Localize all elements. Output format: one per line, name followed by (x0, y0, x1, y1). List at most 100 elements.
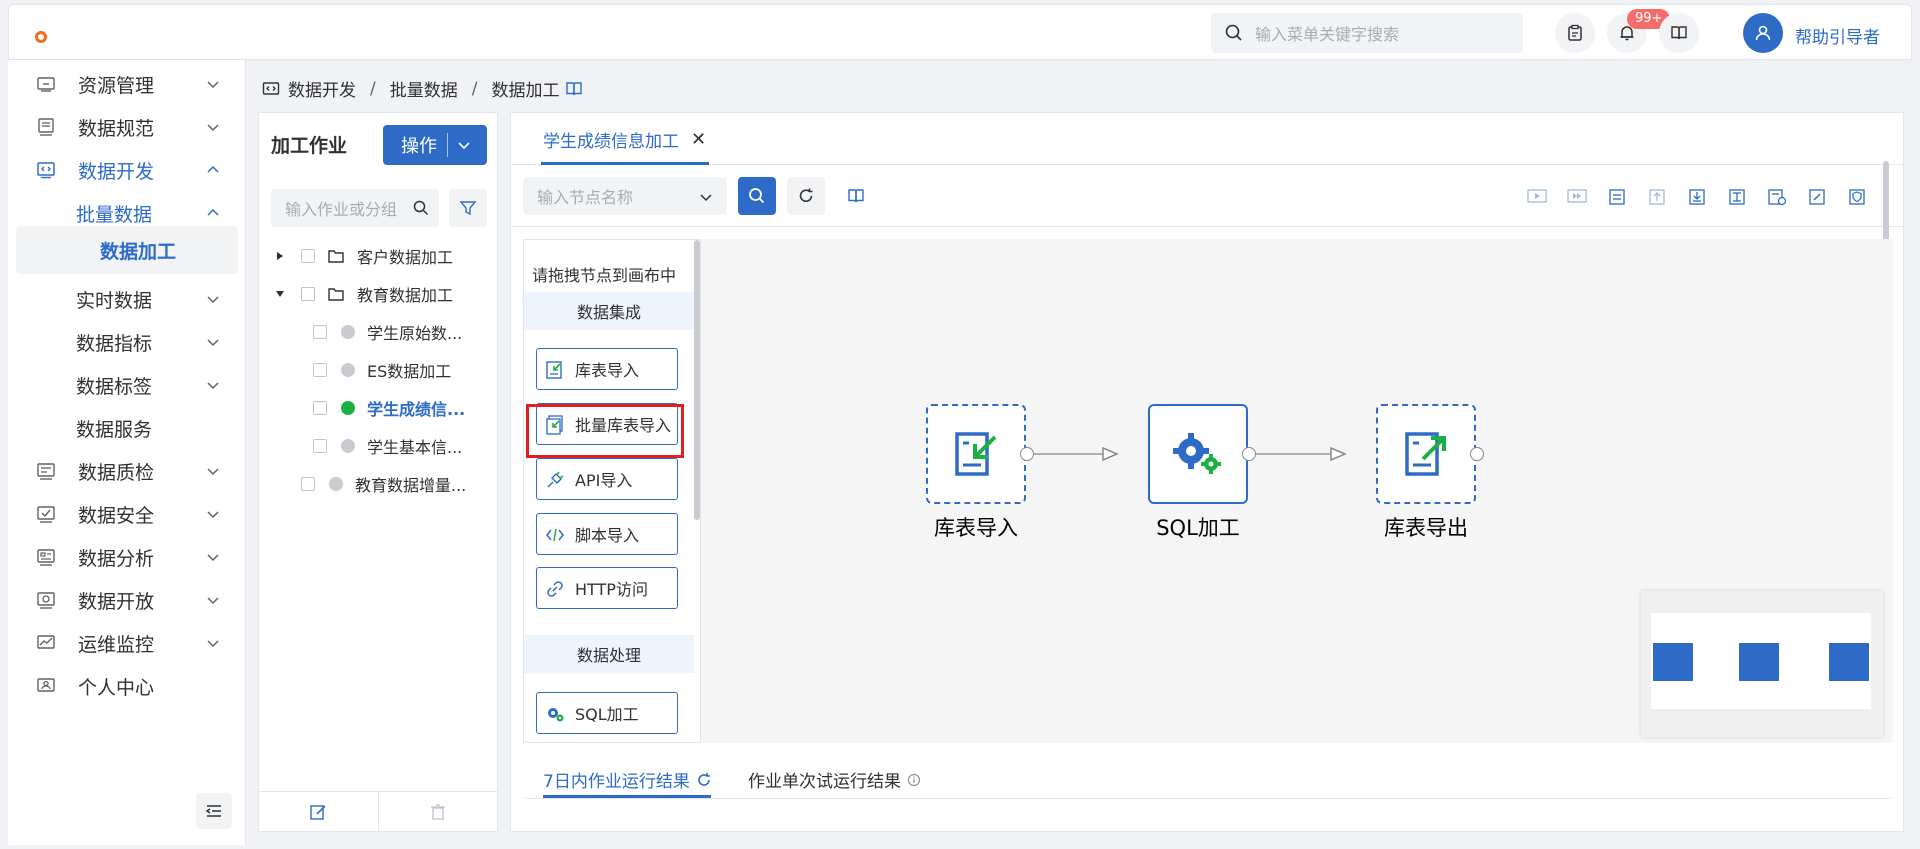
shield-icon[interactable] (1847, 187, 1867, 207)
chevron-down-icon (207, 339, 219, 347)
menu-search-input[interactable]: 输入菜单关键字搜索 (1211, 13, 1523, 53)
schedule-icon[interactable] (1767, 187, 1787, 207)
sidebar-item-spec[interactable]: 数据规范 (16, 103, 238, 151)
close-icon[interactable]: ✕ (691, 129, 706, 150)
table-export-icon (1405, 432, 1446, 476)
sidebar-item-open[interactable]: 数据开放 (16, 576, 238, 624)
tree-group-education[interactable]: 教育数据加工 (275, 280, 453, 308)
node-search-button[interactable] (738, 177, 776, 215)
tree-checkbox[interactable] (313, 401, 327, 415)
tree-item-job-selected[interactable]: 学生成绩信... (313, 394, 465, 422)
tab-7day-results[interactable]: 7日内作业运行结果 (543, 767, 712, 792)
chevron-up-icon (207, 165, 219, 173)
sidebar-item-label: 数据加工 (100, 240, 177, 263)
tab-trial-run-results[interactable]: 作业单次试运行结果 (748, 767, 921, 792)
chevron-down-icon (207, 81, 219, 89)
sidebar-item-service[interactable]: 数据服务 (16, 404, 238, 452)
sidebar-item-dev[interactable]: 数据开发 (16, 146, 238, 194)
tree-checkbox[interactable] (313, 325, 327, 339)
refresh-icon[interactable] (696, 772, 712, 788)
tree-item-job[interactable]: ES数据加工 (313, 356, 451, 384)
quality-icon (37, 463, 55, 480)
output-port[interactable] (1020, 447, 1034, 461)
node-search-placeholder: 输入节点名称 (537, 188, 634, 207)
sidebar-item-personal[interactable]: 个人中心 (16, 662, 238, 710)
tree-item-label: 学生原始数... (367, 324, 463, 343)
sidebar-item-label: 资源管理 (78, 74, 155, 97)
avatar[interactable] (1743, 13, 1783, 53)
tree-item-job[interactable]: 学生原始数... (313, 318, 462, 346)
run-from-icon[interactable] (1567, 187, 1587, 207)
tab-divider (523, 798, 1893, 799)
edit-icon[interactable] (1807, 187, 1827, 207)
sidebar-item-metrics[interactable]: 数据指标 (16, 318, 238, 366)
flow-node-table-export[interactable] (1376, 404, 1476, 504)
filter-button[interactable] (449, 189, 487, 227)
sidebar-item-realtime[interactable]: 实时数据 (16, 275, 238, 323)
tree-item-label: 学生基本信... (367, 438, 463, 457)
node-search-select[interactable]: 输入节点名称 (523, 177, 727, 215)
book-icon (848, 189, 864, 203)
logo-icon[interactable] (35, 31, 47, 43)
sidebar-item-processing[interactable]: 数据加工 (16, 226, 238, 274)
chevron-down-icon[interactable] (457, 139, 471, 153)
tab-label: 作业单次试运行结果 (748, 772, 901, 792)
refresh-button[interactable] (787, 177, 825, 215)
caret-down-icon[interactable] (275, 289, 285, 299)
sidebar-item-label: 数据分析 (78, 547, 155, 570)
tree-checkbox[interactable] (301, 249, 315, 263)
flow-canvas[interactable]: 请拖拽节点到画布中 数据集成 库表导入 批量库表导入 API导入 脚本导入 HT… (523, 239, 1893, 743)
minimap[interactable] (1641, 591, 1883, 737)
tree-group-customer[interactable]: 客户数据加工 (275, 242, 453, 270)
collapse-icon (205, 805, 221, 817)
chevron-down-icon (207, 468, 219, 476)
status-dot-running (341, 401, 355, 415)
upload-icon[interactable] (1647, 187, 1667, 207)
sidebar-item-quality[interactable]: 数据质检 (16, 447, 238, 495)
sidebar-item-security[interactable]: 数据安全 (16, 490, 238, 538)
help-guide-link[interactable]: 帮助引导者 (1795, 23, 1880, 48)
top-bar: 输入菜单关键字搜索 99+ 帮助引导者 (8, 4, 1912, 60)
breadcrumb-separator: / (370, 78, 376, 99)
flow-node-sql[interactable] (1148, 404, 1248, 504)
output-port[interactable] (1470, 447, 1484, 461)
sidebar-item-label: 数据服务 (76, 418, 153, 441)
operate-button[interactable]: 操作 (383, 125, 487, 165)
sidebar-item-resource[interactable]: 资源管理 (16, 60, 238, 108)
sidebar-item-monitor[interactable]: 运维监控 (16, 619, 238, 667)
edit-icon (310, 804, 326, 820)
docs-button[interactable] (1659, 13, 1699, 53)
menu-search-placeholder: 输入菜单关键字搜索 (1255, 25, 1400, 44)
flow-node-table-import[interactable] (926, 404, 1026, 504)
sidebar-item-tags[interactable]: 数据标签 (16, 361, 238, 409)
tree-checkbox[interactable] (301, 477, 315, 491)
tree-checkbox[interactable] (313, 363, 327, 377)
edit-button[interactable] (259, 792, 379, 831)
caret-right-icon[interactable] (275, 251, 285, 261)
align-icon[interactable] (1727, 187, 1747, 207)
tree-checkbox[interactable] (313, 439, 327, 453)
format-icon[interactable] (1607, 187, 1627, 207)
breadcrumb-dev[interactable]: 数据开发 (288, 76, 356, 101)
tree-item-label: 学生成绩信... (367, 400, 466, 419)
guide-button[interactable] (837, 177, 875, 215)
tree-item-label: ES数据加工 (367, 362, 452, 381)
job-search-input[interactable]: 输入作业或分组 (271, 189, 439, 227)
main-panel: 学生成绩信息加工 ✕ 输入节点名称 请拖拽节点到画布中 数据集成 库表导入 批量… (510, 112, 1904, 832)
tab-student-scores[interactable]: 学生成绩信息加工 ✕ (543, 127, 706, 152)
breadcrumb-batch[interactable]: 批量数据 (390, 76, 458, 101)
sidebar-collapse-button[interactable] (196, 793, 232, 829)
chevron-down-icon (700, 194, 712, 202)
run-icon[interactable] (1527, 187, 1547, 207)
clipboard-button[interactable] (1555, 13, 1595, 53)
user-icon (1755, 25, 1771, 41)
book-icon[interactable] (565, 80, 583, 98)
tree-item-job[interactable]: 学生基本信... (313, 432, 462, 460)
download-icon[interactable] (1687, 187, 1707, 207)
output-port[interactable] (1242, 447, 1256, 461)
tree-item-job[interactable]: 教育数据增量... (301, 470, 466, 498)
minimap-node (1829, 643, 1869, 681)
sidebar-item-analysis[interactable]: 数据分析 (16, 533, 238, 581)
delete-button[interactable] (379, 792, 498, 831)
tree-checkbox[interactable] (301, 287, 315, 301)
